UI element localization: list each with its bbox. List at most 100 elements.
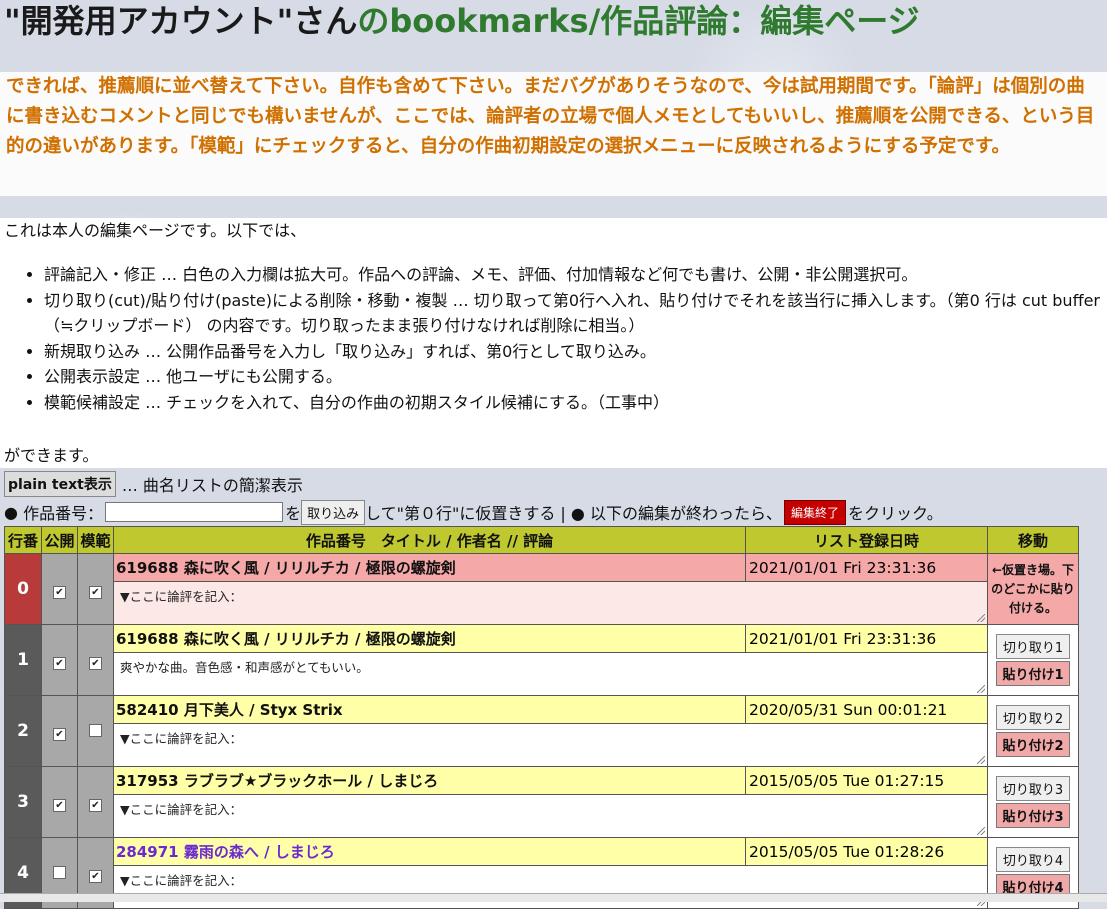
import-after-input: を [285,504,302,523]
table-row-comment: 爽やかな曲。音色感・和声感がとてもいい。 [5,652,1079,696]
public-checkbox[interactable]: ✔ [53,656,66,670]
move-cell: 切り取り3 貼り付け3 [987,766,1079,838]
table-row-comment: ▼ここに論評を記入： [5,723,1079,767]
table-row: 1 ✔ ✔ 619688 森に吹く風 / リリルチカ / 極限の螺旋剣 2021/01/… [4,624,1079,696]
register-date: 2015/05/05 Tue 01:28:26 [745,837,988,866]
feature-item: 模範候補設定 … チェックを入れて、自分の作曲の初期スタイル候補にする。（工事中… [44,390,1104,416]
notice-box: できれば、推薦順に並べ替えて下さい。自作も含めて下さい。まだバグがありそうなので… [0,72,1107,196]
cut-button[interactable]: 切り取り4 [996,847,1070,872]
hold-note: ←仮置き場。下のどこかに貼り付ける。 [991,562,1075,615]
register-date: 2021/01/01 Fri 23:31:36 [745,553,988,582]
model-checkbox[interactable]: ✔ [89,798,102,812]
comment-text: ▼ここに論評を記入： [120,731,243,746]
cut-button[interactable]: 切り取り2 [996,705,1070,730]
cut-button[interactable]: 切り取り3 [996,776,1070,801]
paste-button[interactable]: 貼り付け3 [996,803,1070,828]
comment-text: ▼ここに論評を記入： [120,589,243,604]
import-row: ● 作品番号： を 取り込み して"第０行"に仮置きする | ● 以下の編集が終… [4,499,943,525]
table-row-comment: ▼ここに論評を記入： [5,794,1079,838]
model-checkbox[interactable] [89,723,102,737]
col-header-date: リスト登録日時 [745,526,988,554]
work-number-label: 作品番号： [23,504,104,523]
public-checkbox[interactable]: ✔ [53,727,66,741]
table-row-comment: ▼ここに論評を記入： [5,865,1079,909]
paste-button[interactable]: 貼り付け2 [996,732,1070,757]
register-date: 2020/05/31 Sun 00:01:21 [745,695,988,724]
register-date: 2015/05/05 Tue 01:27:15 [745,766,988,795]
model-checkbox[interactable]: ✔ [89,656,102,670]
row-number: 1 [4,624,42,696]
register-date: 2021/01/01 Fri 23:31:36 [745,624,988,653]
model-checkbox-cell [77,695,114,767]
comment-text: 爽やかな曲。音色感・和声感がとてもいい。 [120,660,369,675]
plain-text-button[interactable]: plain text表示 [4,471,116,497]
model-checkbox[interactable]: ✔ [89,585,102,599]
model-checkbox-cell: ✔ [77,766,114,838]
song-title: 619688 森に吹く風 / リリルチカ / 極限の螺旋剣 [113,624,746,653]
public-checkbox[interactable] [53,865,66,879]
finish-suffix: をクリック。 [848,504,943,523]
move-cell: 切り取り2 貼り付け2 [987,695,1079,767]
song-title: 619688 森に吹く風 / リリルチカ / 極限の螺旋剣 [113,553,746,582]
resize-grip-icon[interactable] [977,685,985,693]
song-title: 582410 月下美人 / Styx Strix [113,695,746,724]
col-header-public: 公開 [41,526,78,554]
plain-text-row: plain text表示 … 曲名リストの簡潔表示 [4,471,303,497]
public-checkbox-cell: ✔ [41,766,78,838]
comment-text: ▼ここに論評を記入： [120,802,243,817]
table-header: 行番 公開 模範 作品番号 タイトル / 作者名 // 評論 リスト登録日時 移… [4,526,1079,554]
comment-textarea[interactable]: ▼ここに論評を記入： [113,865,988,909]
feature-item: 切り取り(cut)/貼り付け(paste)による削除・移動・複製 … 切り取って… [44,288,1104,339]
plain-text-desc: … 曲名リストの簡潔表示 [121,476,303,495]
move-cell: 切り取り1 貼り付け1 [987,624,1079,696]
row-number: 3 [4,766,42,838]
page-title: "開発用アカウント"さんのbookmarks/作品評論：編集ページ [4,0,920,42]
move-cell: ←仮置き場。下のどこかに貼り付ける。 [987,553,1079,625]
bullet-icon: ● [4,502,18,522]
cut-button[interactable]: 切り取り1 [996,634,1070,659]
table-row: 4 ✔ 284971 霧雨の森へ / しまじろ 2015/05/05 Tue 01:2… [4,837,1079,909]
import-mid-text: して"第０行"に仮置きする | ● [365,504,585,523]
work-number-input[interactable] [105,502,284,522]
feature-list: 評論記入・修正 … 白色の入力欄は拡大可。作品への評論、メモ、評価、付加情報など… [22,262,1104,415]
comment-textarea[interactable]: ▼ここに論評を記入： [113,581,988,625]
song-title[interactable]: 284971 霧雨の森へ / しまじろ [113,837,746,866]
public-checkbox-cell: ✔ [41,624,78,696]
notice-text: できれば、推薦順に並べ替えて下さい。自作も含めて下さい。まだバグがありそうなので… [6,76,1095,157]
comment-textarea[interactable]: ▼ここに論評を記入： [113,723,988,767]
resize-grip-icon[interactable] [977,756,985,764]
comment-text: ▼ここに論評を記入： [120,873,243,888]
finish-edit-button[interactable]: 編集終了 [783,499,846,525]
intro-lead: これは本人の編集ページです。以下では、 [4,221,307,240]
intro-tail: ができます。 [4,446,99,465]
table-row: 2 ✔ 582410 月下美人 / Styx Strix 2020/05/31 Sun… [4,695,1079,767]
col-header-move: 移動 [987,526,1079,554]
comment-textarea[interactable]: ▼ここに論評を記入： [113,794,988,838]
finish-prefix: 以下の編集が終わったら、 [589,504,782,523]
public-checkbox[interactable]: ✔ [53,585,66,599]
col-header-row: 行番 [4,526,42,554]
model-checkbox-cell: ✔ [77,624,114,696]
model-checkbox-cell: ✔ [77,553,114,625]
model-checkbox[interactable]: ✔ [89,869,102,883]
comment-textarea[interactable]: 爽やかな曲。音色感・和声感がとてもいい。 [113,652,988,696]
public-checkbox-cell: ✔ [41,553,78,625]
table-row: 3 ✔ ✔ 317953 ラブラブ★ブラックホール / しまじろ 2015/05/05 … [4,766,1079,838]
bookmark-table: 行番 公開 模範 作品番号 タイトル / 作者名 // 評論 リスト登録日時 移… [4,526,1079,909]
feature-item: 評論記入・修正 … 白色の入力欄は拡大可。作品への評論、メモ、評価、付加情報など… [44,262,1104,288]
feature-item: 公開表示設定 … 他ユーザにも公開する。 [44,364,1104,390]
resize-grip-icon[interactable] [977,614,985,622]
song-title: 317953 ラブラブ★ブラックホール / しまじろ [113,766,746,795]
page-title-rest: のbookmarks/作品評論：編集ページ [357,2,920,40]
row-number: 2 [4,695,42,767]
paste-button[interactable]: 貼り付け1 [996,661,1070,686]
table-row: 0 ✔ ✔ 619688 森に吹く風 / リリルチカ / 極限の螺旋剣 2021/01/… [4,553,1079,625]
public-checkbox[interactable]: ✔ [53,798,66,812]
resize-grip-icon[interactable] [977,827,985,835]
feature-item: 新規取り込み … 公開作品番号を入力し「取り込み」すれば、第0行として取り込み。 [44,339,1104,365]
page-title-owner: "開発用アカウント"さん [4,2,358,40]
intro-box: これは本人の編集ページです。以下では、 評論記入・修正 … 白色の入力欄は拡大可… [0,218,1107,468]
row-number: 0 [4,553,42,625]
col-header-work: 作品番号 タイトル / 作者名 // 評論 [113,526,746,554]
import-button[interactable]: 取り込み [301,499,366,525]
